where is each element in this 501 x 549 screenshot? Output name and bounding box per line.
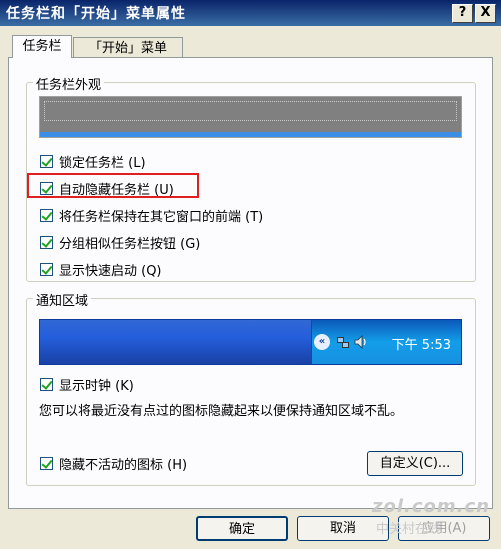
- notification-info-text: 您可以将最近没有点过的图标隐藏起来以便保持通知区域不乱。: [39, 404, 404, 419]
- volume-icon: [354, 335, 366, 349]
- help-button[interactable]: ?: [452, 4, 473, 23]
- highlight-box: [27, 173, 199, 198]
- lock-taskbar-checkbox[interactable]: [40, 155, 53, 168]
- network-icon: [337, 337, 349, 348]
- close-button[interactable]: X: [475, 4, 496, 23]
- tab-start-menu[interactable]: 「开始」菜单: [73, 37, 183, 58]
- lock-taskbar-label: 锁定任务栏 (L): [59, 156, 146, 171]
- show-clock-label: 显示时钟 (K): [59, 379, 134, 394]
- preview-taskbar-strip: [40, 132, 461, 137]
- option-quick-launch[interactable]: 显示快速启动 (Q): [40, 260, 162, 279]
- option-keep-on-top[interactable]: 将任务栏保持在其它窗口的前端 (T): [40, 206, 263, 225]
- option-hide-inactive-icons[interactable]: 隐藏不活动的图标 (H): [40, 454, 187, 473]
- tray-clock: 下午 5:53: [391, 338, 451, 353]
- window-title: 任务栏和「开始」菜单属性: [6, 6, 186, 22]
- keep-on-top-label: 将任务栏保持在其它窗口的前端 (T): [59, 210, 264, 225]
- chevron-left-icon: «: [314, 334, 330, 350]
- group-buttons-label: 分组相似任务栏按钮 (G): [59, 237, 201, 252]
- keep-on-top-checkbox[interactable]: [40, 209, 53, 222]
- option-show-clock[interactable]: 显示时钟 (K): [40, 375, 134, 394]
- show-clock-checkbox[interactable]: [40, 378, 53, 391]
- customize-button[interactable]: 自定义(C)...: [367, 451, 463, 476]
- ok-button[interactable]: 确定: [196, 516, 288, 541]
- taskbar-preview: [39, 96, 462, 138]
- quick-launch-checkbox[interactable]: [40, 263, 53, 276]
- hide-inactive-label: 隐藏不活动的图标 (H): [59, 458, 188, 473]
- preview-dotted-frame: [44, 101, 457, 121]
- hide-inactive-checkbox[interactable]: [40, 457, 53, 470]
- tab-taskbar[interactable]: 任务栏: [12, 35, 72, 58]
- title-bar: 任务栏和「开始」菜单属性 ? X: [0, 0, 501, 26]
- group-label-taskbar-appearance: 任务栏外观: [33, 74, 105, 93]
- watermark-subtext: 中关村在线: [376, 522, 442, 537]
- option-lock-taskbar[interactable]: 锁定任务栏 (L): [40, 152, 146, 171]
- quick-launch-label: 显示快速启动 (Q): [59, 264, 162, 279]
- system-tray: « 下午 5:53: [311, 320, 461, 364]
- taskbar-properties-dialog: 任务栏和「开始」菜单属性 ? X 任务栏 「开始」菜单 任务栏外观 锁定任务栏 …: [0, 0, 501, 549]
- option-group-buttons[interactable]: 分组相似任务栏按钮 (G): [40, 233, 200, 252]
- group-buttons-checkbox[interactable]: [40, 236, 53, 249]
- notification-area-preview: « 下午 5:53: [39, 319, 462, 365]
- watermark-logo: zol.com.cn: [372, 496, 490, 517]
- group-label-notification-area: 通知区域: [33, 290, 92, 309]
